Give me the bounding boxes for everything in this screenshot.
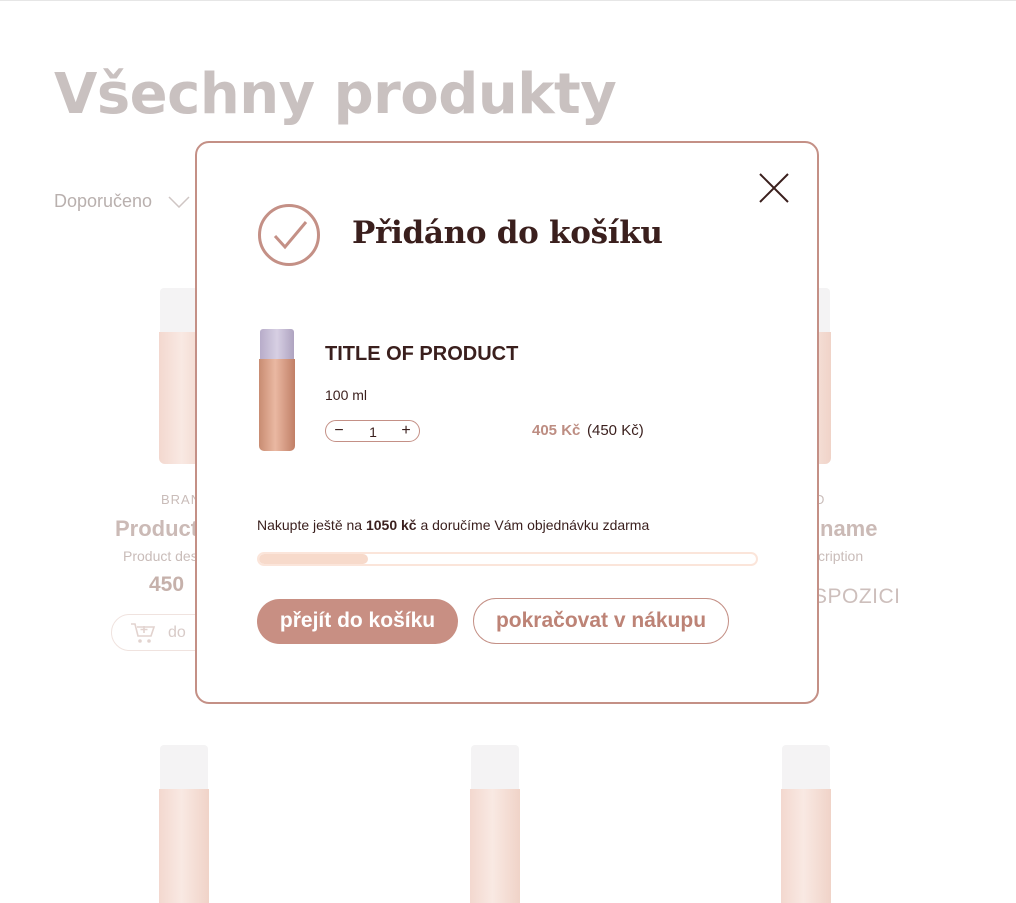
free-shipping-suffix: a doručíme Vám objednávku zdarma bbox=[420, 517, 650, 533]
increase-quantity-button[interactable]: + bbox=[397, 422, 415, 440]
continue-shopping-button[interactable]: pokračovat v nákupu bbox=[473, 598, 729, 644]
page-title: Všechny produkty bbox=[54, 62, 617, 127]
quantity-value[interactable]: 1 bbox=[360, 424, 386, 440]
progress-fill bbox=[259, 554, 369, 564]
free-shipping-amount: 1050 kč bbox=[365, 517, 417, 533]
quantity-stepper: − 1 + bbox=[325, 420, 420, 442]
add-to-cart-label: do bbox=[168, 624, 186, 641]
product-image[interactable] bbox=[470, 745, 520, 903]
product-original-price: (450 Kč) bbox=[587, 422, 644, 439]
cart-icon bbox=[131, 623, 156, 643]
product-volume: 100 ml bbox=[325, 387, 368, 403]
product-description: cription bbox=[818, 548, 864, 564]
chevron-down-icon bbox=[168, 195, 190, 208]
product-title: TITLE OF PRODUCT bbox=[325, 343, 519, 365]
product-name[interactable]: name bbox=[820, 516, 877, 542]
sort-dropdown[interactable]: Doporučeno bbox=[54, 191, 190, 212]
check-circle-icon bbox=[258, 204, 320, 266]
sort-label: Doporučeno bbox=[54, 191, 153, 211]
product-name[interactable]: Product bbox=[115, 516, 198, 542]
added-to-cart-modal: Přidáno do košíku TITLE OF PRODUCT 100 m… bbox=[195, 141, 819, 704]
availability-label: SPOZICI bbox=[813, 585, 901, 608]
product-price: 405 Kč bbox=[532, 422, 581, 439]
go-to-cart-button[interactable]: přejít do košíku bbox=[257, 599, 458, 644]
modal-title: Přidáno do košíku bbox=[352, 215, 663, 251]
free-shipping-progress-bar bbox=[257, 552, 758, 566]
product-image[interactable] bbox=[159, 745, 209, 903]
free-shipping-message: Nakupte ještě na 1050 kč a doručíme Vám … bbox=[257, 517, 649, 533]
product-price: 450 bbox=[149, 573, 185, 596]
product-thumbnail bbox=[259, 329, 295, 453]
decrease-quantity-button[interactable]: − bbox=[330, 422, 348, 440]
product-image[interactable] bbox=[781, 745, 831, 903]
free-shipping-prefix: Nakupte ještě na bbox=[257, 517, 363, 533]
close-icon[interactable] bbox=[757, 171, 791, 205]
product-description: Product des bbox=[123, 548, 198, 564]
